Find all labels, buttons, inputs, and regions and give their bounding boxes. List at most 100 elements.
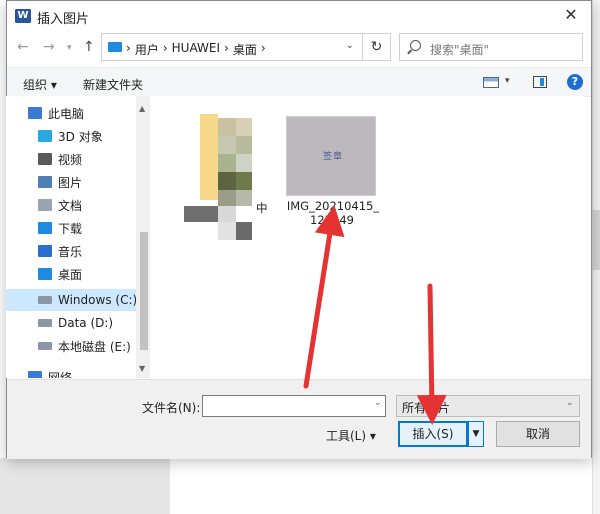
folder-thumbnail (200, 114, 218, 200)
search-icon (410, 40, 421, 51)
up-arrow-icon[interactable]: ↑ (83, 39, 95, 55)
help-icon[interactable]: ? (567, 74, 583, 90)
sidebar-item-music[interactable]: 音乐 (6, 240, 142, 262)
folder-label: 中 (256, 201, 268, 215)
drive-icon (38, 296, 52, 304)
refresh-icon[interactable]: ↻ (363, 33, 391, 61)
preview-pane-icon[interactable] (533, 76, 547, 88)
sidebar-item-documents[interactable]: 文档 (6, 194, 142, 216)
mosaic-tile (218, 172, 236, 190)
mosaic-tile (236, 154, 252, 172)
breadcrumb-separator-icon: › (224, 41, 229, 55)
sidebar-item-label: 下载 (58, 221, 83, 236)
breadcrumb-separator-icon: › (162, 41, 168, 55)
filename-label: 文件名(N): (142, 401, 201, 415)
breadcrumb-separator-icon: › (260, 41, 266, 55)
breadcrumb-desktop[interactable]: 桌面 (233, 41, 257, 58)
dialog-title: 插入图片 (37, 12, 90, 27)
mosaic-tile (218, 118, 236, 136)
sidebar-item-label: 本地磁盘 (E:) (58, 339, 131, 354)
recent-locations-chevron-icon[interactable]: ▾ (67, 43, 72, 53)
sidebar-item-drive-d[interactable]: Data (D:) (6, 312, 142, 334)
navigation-pane: 此电脑 3D 对象 视频 图片 文档 下载 音乐 桌面 Windows (C:)… (6, 96, 156, 378)
title-bar: W 插入图片 ✕ (7, 1, 591, 31)
address-dropdown-chevron-icon[interactable]: ⌄ (346, 40, 354, 51)
filetype-value: 所有图片 (402, 401, 451, 415)
sidebar-item-pictures[interactable]: 图片 (6, 171, 142, 193)
mosaic-tile (236, 190, 252, 206)
drive-icon (38, 319, 52, 327)
video-icon (38, 153, 52, 165)
sidebar-item-label: Windows (C:) (58, 293, 138, 307)
breadcrumb: › 用户 › HUAWEI › 桌面 › (126, 41, 266, 58)
computer-icon (28, 107, 42, 119)
scrollbar-thumb[interactable] (140, 232, 148, 350)
cancel-button[interactable]: 取消 (496, 421, 580, 447)
image-filename-line2: 123449 (310, 213, 354, 227)
address-bar[interactable]: › 用户 › HUAWEI › 桌面 › ⌄ (101, 33, 363, 61)
folder-item[interactable] (178, 114, 254, 240)
filename-input[interactable] (202, 395, 386, 417)
insert-options-chevron-icon[interactable]: ▼ (468, 421, 484, 447)
filename-dropdown-chevron-icon[interactable]: ⌄ (374, 398, 382, 408)
mosaic-tile (218, 136, 236, 154)
sidebar-item-drive-e[interactable]: 本地磁盘 (E:) (6, 335, 142, 357)
breadcrumb-huawei[interactable]: HUAWEI (172, 41, 220, 58)
sidebar-item-desktop[interactable]: 桌面 (6, 263, 142, 285)
sidebar-item-label: 音乐 (58, 244, 83, 259)
back-arrow-icon[interactable]: ← (17, 39, 29, 55)
scroll-up-icon[interactable]: ▲ (139, 104, 145, 113)
background-document-area (0, 458, 170, 514)
sidebar-item-3d-objects[interactable]: 3D 对象 (6, 125, 142, 147)
sidebar-item-label: 文档 (58, 198, 83, 213)
image-filename-line1: IMG_20210415_ (286, 199, 380, 213)
sidebar-item-downloads[interactable]: 下载 (6, 217, 142, 239)
breadcrumb-separator-icon: › (126, 41, 131, 55)
sidebar-item-drive-c[interactable]: Windows (C:) (6, 289, 142, 311)
cube-icon (38, 130, 52, 142)
mosaic-tile (218, 206, 236, 222)
scroll-down-icon[interactable]: ▼ (139, 364, 145, 373)
mosaic-tile (184, 206, 218, 222)
image-thumbnail-ink: 签章 (323, 152, 344, 162)
mosaic-tile (218, 222, 236, 240)
image-file-item[interactable]: 签章 (286, 116, 376, 196)
desktop-folder-icon (108, 42, 122, 52)
drive-icon (38, 342, 52, 350)
sidebar-item-label: Data (D:) (58, 316, 114, 330)
sidebar-item-label: 图片 (58, 175, 83, 190)
tools-button[interactable]: 工具(L) ▾ (326, 427, 376, 444)
sidebar-item-label: 网络 (48, 370, 73, 379)
desktop-icon (38, 268, 52, 280)
sidebar-item-this-pc[interactable]: 此电脑 (6, 102, 142, 124)
mosaic-tile (218, 154, 236, 172)
forward-arrow-icon[interactable]: → (43, 39, 55, 55)
sidebar-item-label: 视频 (58, 152, 83, 167)
download-icon (38, 222, 52, 234)
mosaic-tile (236, 136, 252, 154)
document-icon (38, 199, 52, 211)
insert-button[interactable]: 插入(S) (398, 421, 468, 447)
view-options-chevron-icon[interactable]: ▾ (505, 76, 510, 86)
sidebar-item-network[interactable]: 网络 (6, 366, 142, 378)
sidebar-item-label: 3D 对象 (58, 129, 103, 144)
command-toolbar: 组织 ▾ 新建文件夹 ▾ ? (7, 67, 591, 97)
network-icon (28, 371, 42, 378)
close-icon[interactable]: ✕ (559, 5, 583, 24)
sidebar-item-label: 此电脑 (48, 106, 85, 121)
music-icon (38, 245, 52, 257)
sidebar-item-label: 桌面 (58, 267, 83, 282)
change-view-icon[interactable] (483, 77, 499, 88)
mosaic-tile (236, 222, 252, 240)
word-app-icon: W (15, 9, 31, 23)
search-box[interactable]: 搜索"桌面" (399, 33, 583, 61)
mosaic-tile (218, 190, 236, 206)
organize-button[interactable]: 组织 ▾ (23, 76, 57, 93)
sidebar-item-videos[interactable]: 视频 (6, 148, 142, 170)
search-input[interactable]: 搜索"桌面" (430, 41, 489, 58)
new-folder-button[interactable]: 新建文件夹 (83, 76, 143, 93)
pictures-icon (38, 176, 52, 188)
bottom-panel (7, 379, 591, 459)
filetype-dropdown-chevron-icon[interactable]: ⌄ (566, 398, 574, 408)
breadcrumb-users[interactable]: 用户 (135, 41, 159, 58)
